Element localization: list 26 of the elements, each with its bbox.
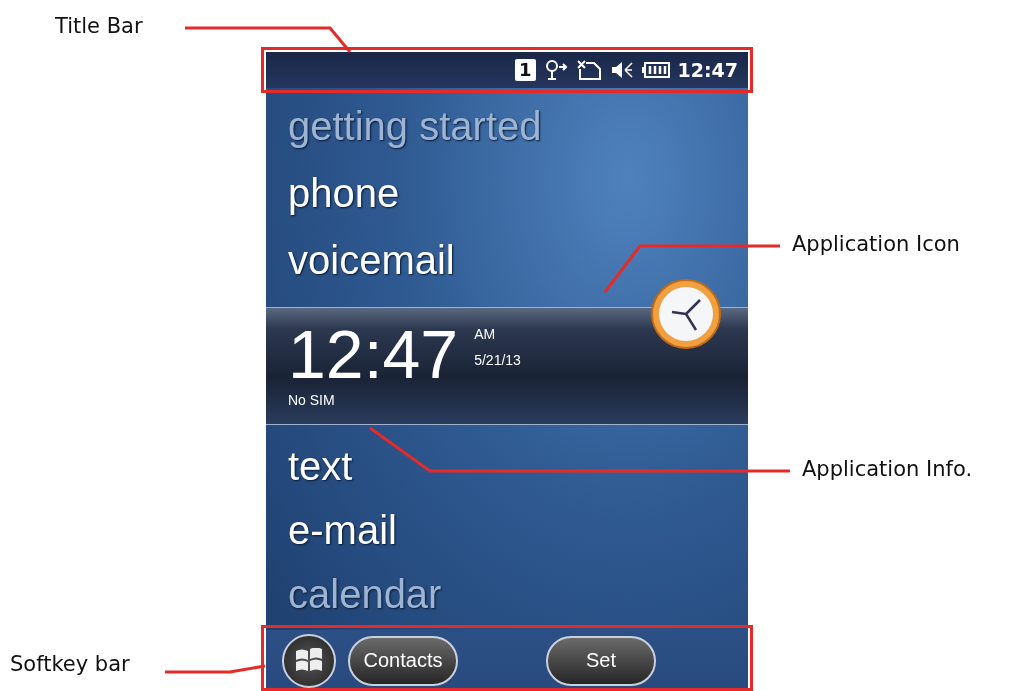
- callout-label: Softkey bar: [10, 652, 130, 676]
- indicator-badge: 1: [515, 59, 536, 81]
- date-label: 5/21/13: [474, 352, 521, 368]
- softkey-button[interactable]: Contacts: [348, 635, 458, 686]
- status-time: 12:47: [677, 59, 738, 81]
- no-sim-icon: [575, 59, 602, 81]
- battery-icon: [641, 61, 670, 79]
- windows-flag-icon: [295, 647, 323, 674]
- clock-icon[interactable]: [650, 278, 722, 350]
- menu-item[interactable]: phone: [288, 172, 400, 213]
- speaker-muted-icon: [609, 59, 634, 81]
- menu-item[interactable]: e-mail: [288, 510, 397, 550]
- callout-label: Title Bar: [55, 14, 143, 38]
- connectivity-icon: [543, 59, 568, 81]
- callout-label: Application Icon: [792, 232, 960, 256]
- menu-item[interactable]: calendar: [288, 574, 442, 614]
- sim-status: No SIM: [288, 392, 335, 408]
- softkey-button[interactable]: Set: [546, 635, 656, 686]
- meridiem-label: AM: [474, 326, 497, 342]
- clock-panel[interactable]: 12:47 AM 5/21/13 No SIM: [266, 307, 748, 425]
- menu-item[interactable]: getting started: [288, 105, 542, 146]
- menu-item[interactable]: voicemail: [288, 239, 455, 280]
- callout-label: Application Info.: [802, 457, 973, 481]
- menu-item[interactable]: text: [288, 446, 353, 486]
- start-button[interactable]: [282, 633, 336, 688]
- clock-time: 12:47: [288, 322, 459, 386]
